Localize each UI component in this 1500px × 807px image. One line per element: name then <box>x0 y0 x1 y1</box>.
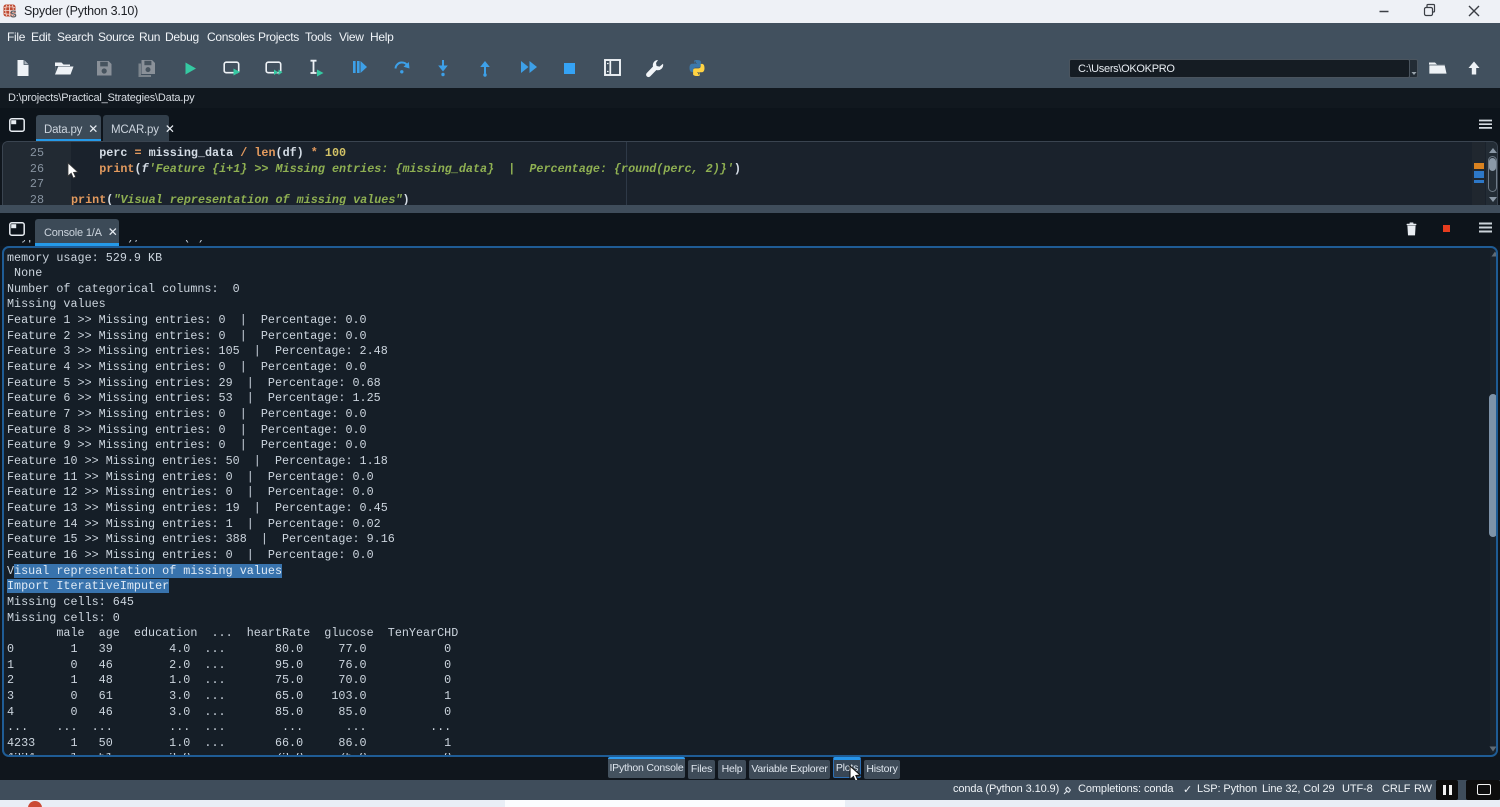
svg-text:S: S <box>10 10 17 20</box>
